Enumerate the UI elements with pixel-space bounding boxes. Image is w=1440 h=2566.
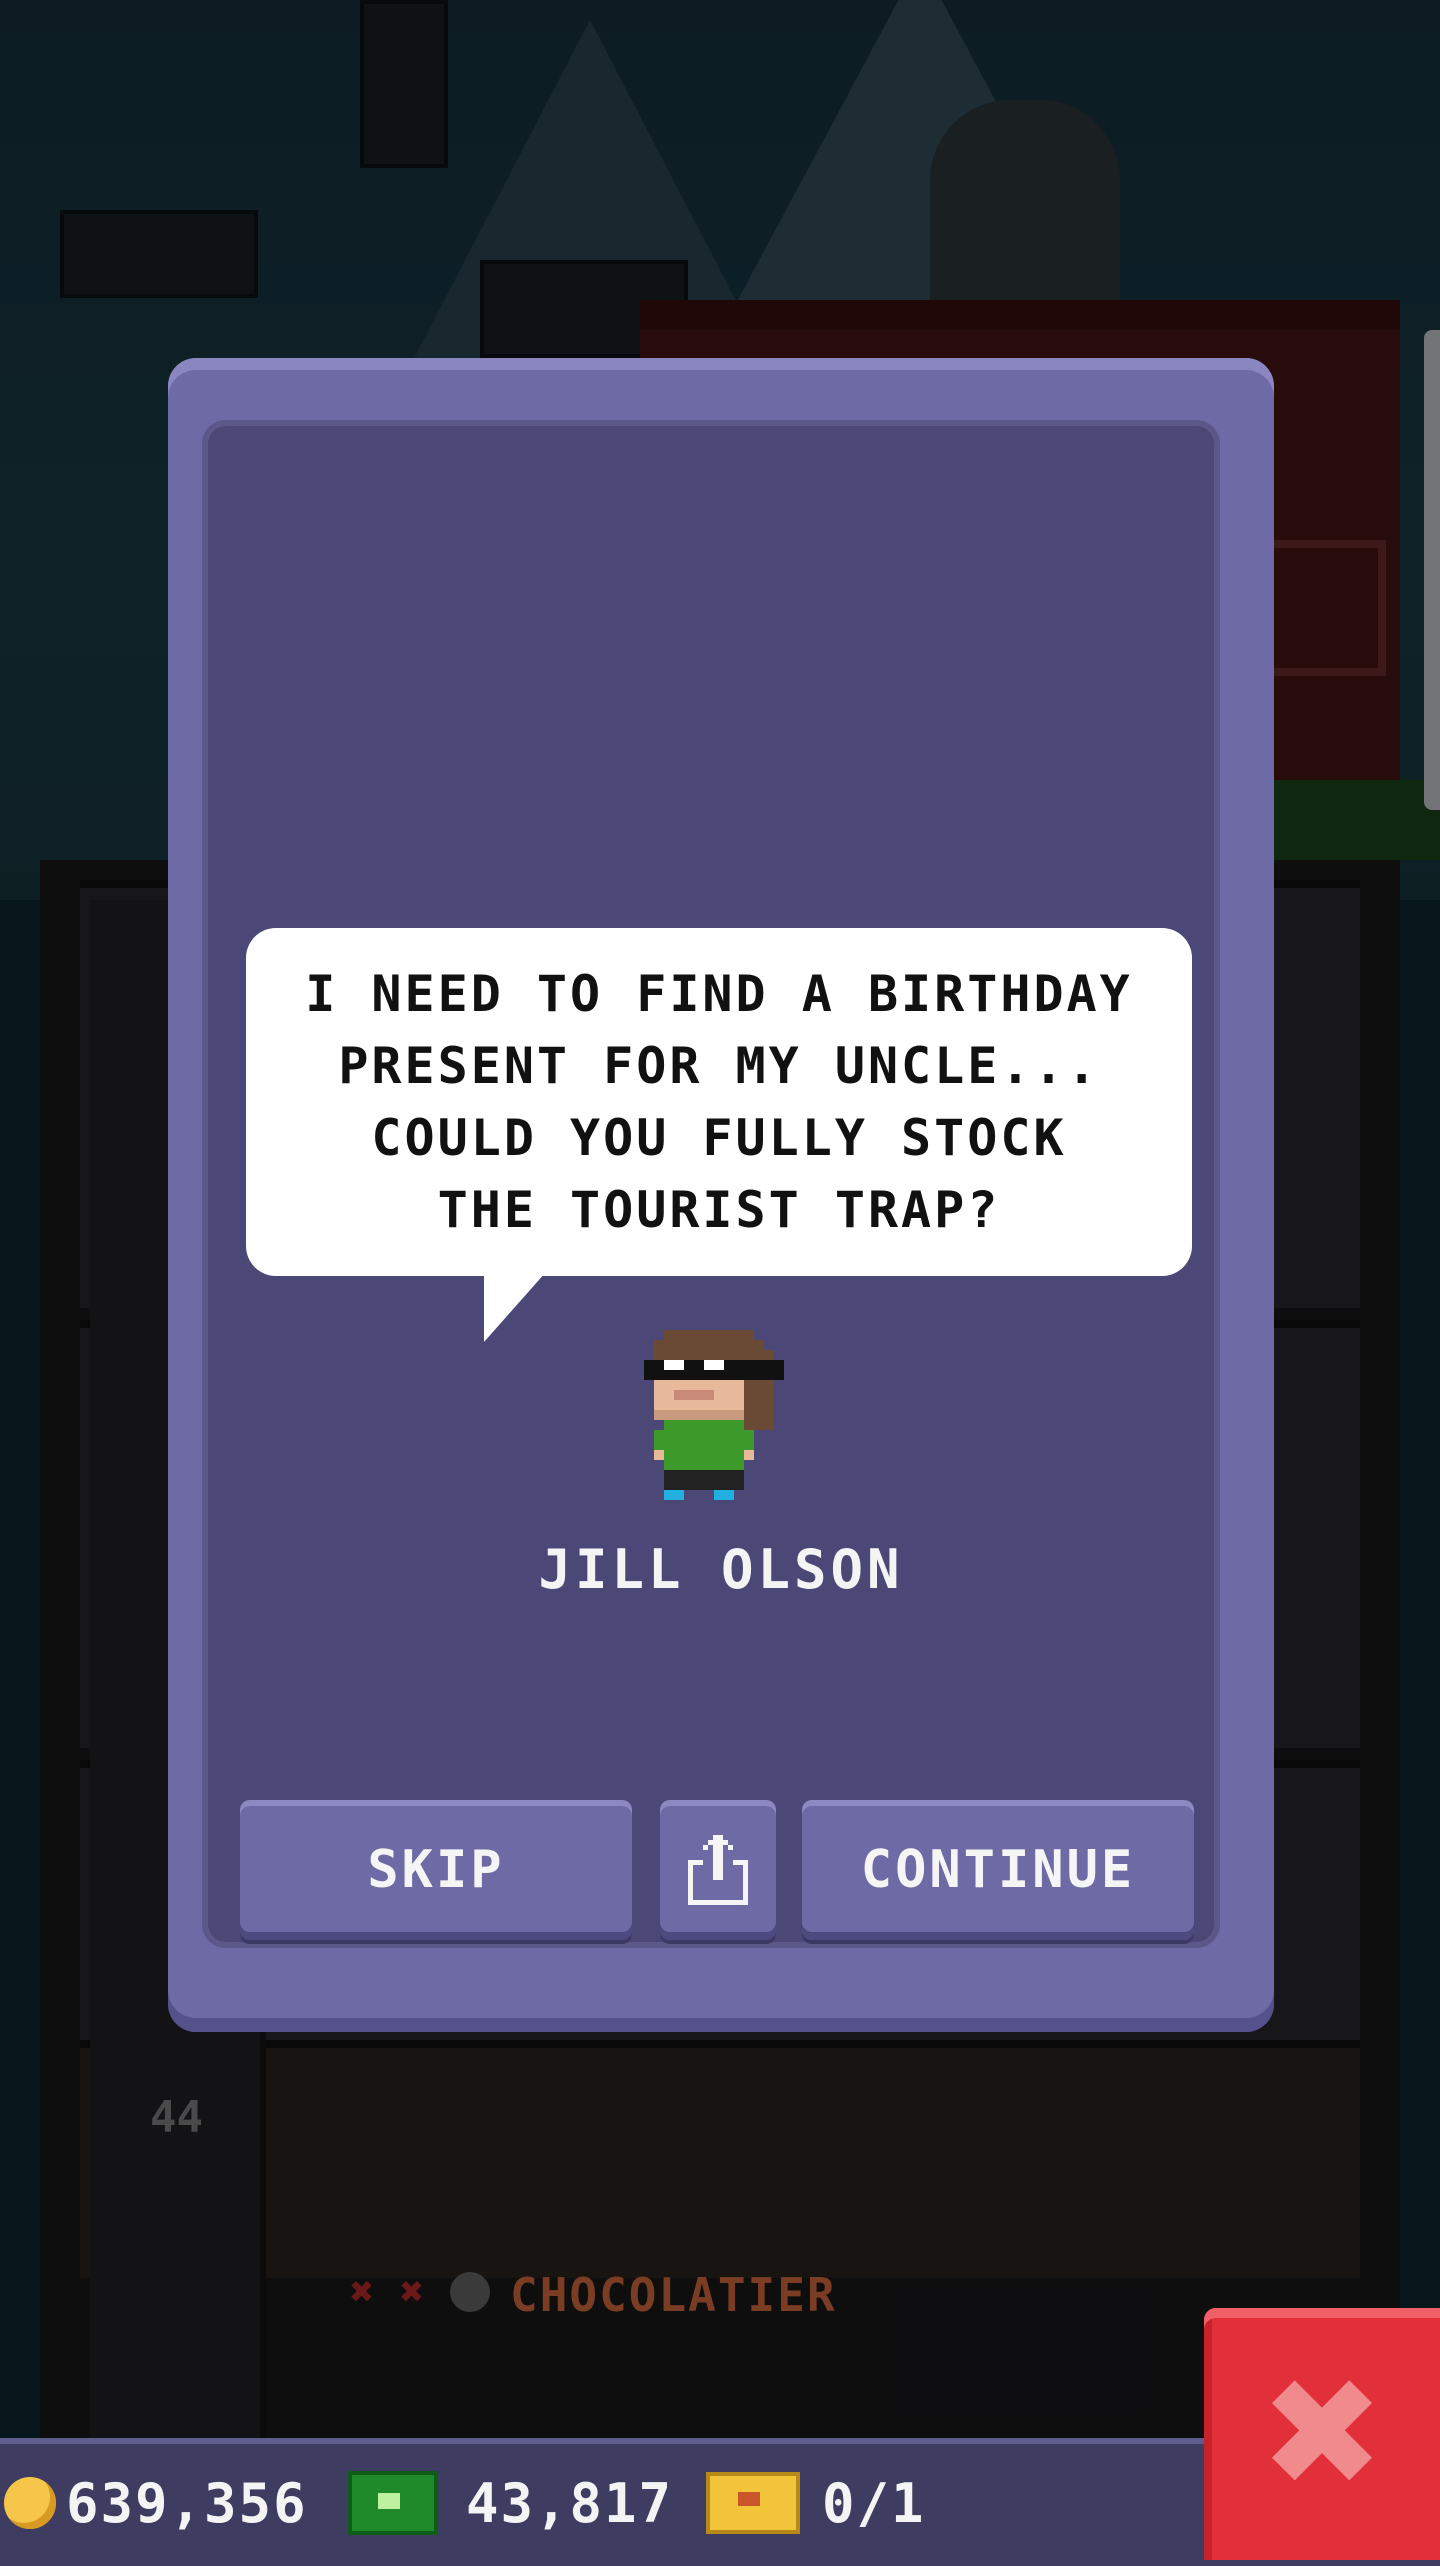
close-icon: ✖	[1259, 2347, 1385, 2521]
bux-counter: 43,817	[348, 2468, 673, 2538]
bux-icon	[348, 2471, 438, 2535]
speech-bubble: I NEED TO FIND A BIRTHDAY PRESENT FOR MY…	[246, 928, 1192, 1276]
close-button[interactable]: ✖	[1204, 2308, 1440, 2560]
coins-value: 639,356	[66, 2471, 308, 2535]
speech-bubble-tail	[484, 1272, 546, 1342]
tickets-value: 0/1	[822, 2471, 926, 2535]
share-button[interactable]	[660, 1800, 776, 1940]
bux-value: 43,817	[466, 2471, 674, 2535]
speech-text: I NEED TO FIND A BIRTHDAY PRESENT FOR MY…	[305, 965, 1133, 1239]
stock-empty-icon: ✖	[400, 2269, 425, 2315]
bitizen-avatar	[644, 1330, 784, 1500]
coin-icon	[4, 2477, 56, 2529]
continue-button[interactable]: CONTINUE	[802, 1800, 1194, 1940]
clock-icon	[450, 2272, 490, 2312]
skip-button[interactable]: SKIP	[240, 1800, 632, 1940]
golden-ticket-icon	[706, 2472, 800, 2534]
tickets-counter: 0/1	[706, 2468, 926, 2538]
coins-counter: 639,356	[4, 2468, 308, 2538]
floor-label: CHOCOLATIER	[510, 2268, 837, 2322]
floor-number: 44	[150, 2092, 203, 2143]
share-icon	[688, 1835, 748, 1905]
character-name: JILL OLSON	[538, 1538, 904, 1601]
stock-empty-icon: ✖	[350, 2269, 375, 2315]
